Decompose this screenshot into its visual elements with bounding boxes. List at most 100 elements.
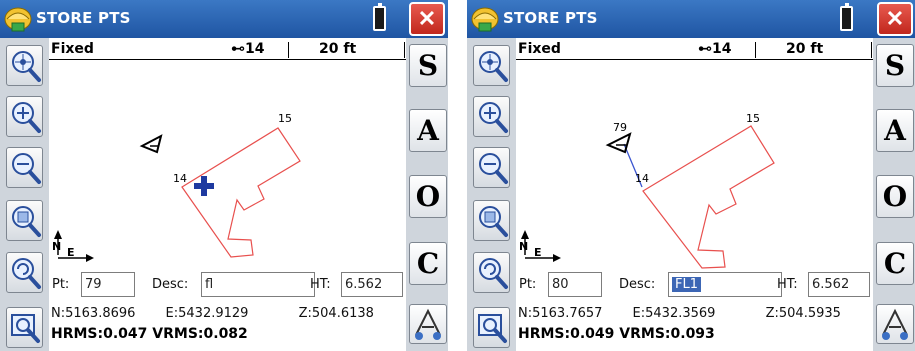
map-view[interactable]: 79 15 14 N E xyxy=(516,60,873,269)
window-title: STORE PTS xyxy=(503,9,598,27)
point-label-79: 79 xyxy=(613,121,627,134)
point-label-14: 14 xyxy=(173,172,187,185)
zoom-window-icon xyxy=(12,206,41,237)
map-scale: 20 ft xyxy=(319,41,357,57)
easting: E:5432.3569 xyxy=(632,306,716,321)
coordinates-readout: N:5163.7657 E:5432.3569 Z:504.5935 xyxy=(518,306,841,321)
gps-status: Fixed xyxy=(518,41,561,57)
elevation: Z:504.5935 xyxy=(765,306,841,321)
desc-label: Desc: xyxy=(619,277,656,292)
point-entry-row: Pt: 80 Desc: FL1 HT: 6.562 xyxy=(516,269,873,299)
pt-label: Pt: xyxy=(52,277,70,292)
store-pts-screen-left: STORE PTS ✕ Fixed ⊷14 20 ft 15 14 N E S … xyxy=(0,0,448,351)
zoom-out-button[interactable] xyxy=(6,147,43,188)
hrms: HRMS:0.047 xyxy=(51,326,148,342)
map-options-button[interactable] xyxy=(6,307,43,348)
zoom-window-button[interactable] xyxy=(473,200,510,241)
zoom-window-button[interactable] xyxy=(6,200,43,241)
satellite-count: ⊷14 xyxy=(231,41,265,57)
description-input[interactable]: FL1 xyxy=(668,272,782,297)
store-pts-screen-right: STORE PTS ✕ Fixed ⊷14 20 ft 79 15 14 N E… xyxy=(467,0,915,351)
store-button[interactable]: S xyxy=(409,44,447,87)
close-icon: ✕ xyxy=(417,6,437,31)
svg-text:N: N xyxy=(52,240,61,253)
scale-bar-left xyxy=(755,42,756,58)
precision-readout: HRMS:0.047 VRMS:0.082 xyxy=(51,326,248,342)
zoom-extents-icon xyxy=(479,51,508,82)
map-view[interactable]: 15 14 N E xyxy=(49,60,406,269)
offset-button[interactable]: O xyxy=(876,175,914,218)
map-options-button[interactable] xyxy=(473,307,510,348)
point-label-14: 14 xyxy=(635,172,649,185)
hrms: HRMS:0.049 xyxy=(518,326,615,342)
zoom-previous-button[interactable] xyxy=(473,252,510,293)
svg-text:E: E xyxy=(67,246,75,259)
zoom-previous-icon xyxy=(479,258,508,289)
coordinates-readout: N:5163.8696 E:5432.9129 Z:504.6138 xyxy=(51,306,374,321)
point-number-input[interactable]: 80 xyxy=(548,272,602,297)
zoom-in-icon xyxy=(479,102,508,133)
elevation: Z:504.6138 xyxy=(298,306,374,321)
crosshair-icon xyxy=(415,308,441,340)
map-options-icon xyxy=(478,314,507,343)
zoom-in-icon xyxy=(12,102,41,133)
battery-icon xyxy=(373,3,386,31)
rover-button[interactable] xyxy=(876,304,914,344)
scale-bar-right xyxy=(404,42,405,58)
configure-button[interactable]: C xyxy=(409,242,447,285)
height-input[interactable]: 6.562 xyxy=(808,272,870,297)
point-label-15: 15 xyxy=(278,112,292,125)
title-bar: STORE PTS ✕ xyxy=(0,0,448,38)
action-toolbar: S A O C xyxy=(406,38,448,351)
zoom-in-button[interactable] xyxy=(6,96,43,137)
vrms: VRMS:0.082 xyxy=(152,326,248,342)
svg-text:N: N xyxy=(519,240,528,253)
configure-button[interactable]: C xyxy=(876,242,914,285)
northing: N:5163.7657 xyxy=(518,306,603,321)
map-scale: 20 ft xyxy=(786,41,824,57)
average-button[interactable]: A xyxy=(876,109,914,152)
height-input[interactable]: 6.562 xyxy=(341,272,403,297)
status-bar: Fixed ⊷14 20 ft xyxy=(516,38,873,60)
satellite-icon: ⊷ xyxy=(231,41,245,57)
zoom-previous-icon xyxy=(12,258,41,289)
ht-label: HT: xyxy=(777,277,798,292)
precision-readout: HRMS:0.049 VRMS:0.093 xyxy=(518,326,715,342)
zoom-extents-button[interactable] xyxy=(473,45,510,86)
panel-divider xyxy=(448,0,467,351)
offset-button[interactable]: O xyxy=(409,175,447,218)
zoom-in-button[interactable] xyxy=(473,96,510,137)
rover-button[interactable] xyxy=(409,304,447,344)
satellite-icon: ⊷ xyxy=(698,41,712,57)
crosshair-icon xyxy=(882,308,908,340)
svg-text:E: E xyxy=(534,246,542,259)
point-number-input[interactable]: 79 xyxy=(81,272,135,297)
average-button[interactable]: A xyxy=(409,109,447,152)
description-input[interactable]: fl xyxy=(201,272,315,297)
zoom-toolbar xyxy=(0,38,49,351)
zoom-previous-button[interactable] xyxy=(6,252,43,293)
ht-label: HT: xyxy=(310,277,331,292)
window-title: STORE PTS xyxy=(36,9,131,27)
pt-label: Pt: xyxy=(519,277,537,292)
title-bar: STORE PTS ✕ xyxy=(467,0,915,38)
map-options-icon xyxy=(11,314,40,343)
zoom-toolbar xyxy=(467,38,516,351)
zoom-out-icon xyxy=(12,153,41,184)
battery-icon xyxy=(840,3,853,31)
zoom-out-icon xyxy=(479,153,508,184)
desc-label: Desc: xyxy=(152,277,189,292)
point-label-15: 15 xyxy=(746,112,760,125)
close-button[interactable]: ✕ xyxy=(409,2,445,36)
point-entry-row: Pt: 79 Desc: fl HT: 6.562 xyxy=(49,269,406,299)
gps-status: Fixed xyxy=(51,41,94,57)
close-icon: ✕ xyxy=(885,6,905,31)
zoom-window-icon xyxy=(479,206,508,237)
close-button[interactable]: ✕ xyxy=(877,2,913,36)
action-toolbar: S A O C xyxy=(873,38,915,351)
zoom-extents-button[interactable] xyxy=(6,45,43,86)
description-selected-text: FL1 xyxy=(672,277,701,292)
scale-bar-left xyxy=(288,42,289,58)
zoom-out-button[interactable] xyxy=(473,147,510,188)
store-button[interactable]: S xyxy=(876,44,914,87)
